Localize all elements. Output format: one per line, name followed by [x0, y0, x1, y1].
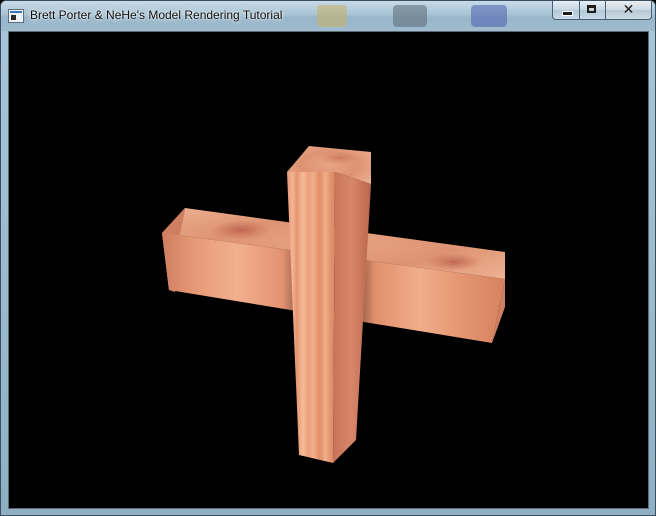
minimize-icon	[562, 11, 573, 16]
maximize-button[interactable]	[580, 1, 606, 20]
title-bar[interactable]: Brett Porter & NeHe's Model Rendering Tu…	[1, 1, 655, 31]
opengl-viewport[interactable]	[8, 31, 649, 509]
wood-knot	[211, 220, 271, 240]
close-button[interactable]: ✕	[606, 1, 652, 20]
wood-knot	[426, 253, 482, 271]
app-window-icon[interactable]	[8, 9, 24, 23]
caption-buttons: ✕	[552, 1, 652, 21]
minimize-button[interactable]	[552, 1, 580, 20]
glass-reflection	[317, 5, 347, 27]
beam-front-face	[287, 172, 335, 463]
glass-reflection	[471, 5, 507, 27]
window-title: Brett Porter & NeHe's Model Rendering Tu…	[30, 8, 283, 22]
maximize-icon	[587, 5, 596, 13]
app-window: Brett Porter & NeHe's Model Rendering Tu…	[0, 0, 656, 516]
close-icon: ✕	[622, 2, 635, 18]
wood-knot	[321, 152, 357, 164]
rendered-3d-model	[162, 146, 505, 463]
glass-reflection	[393, 5, 427, 27]
